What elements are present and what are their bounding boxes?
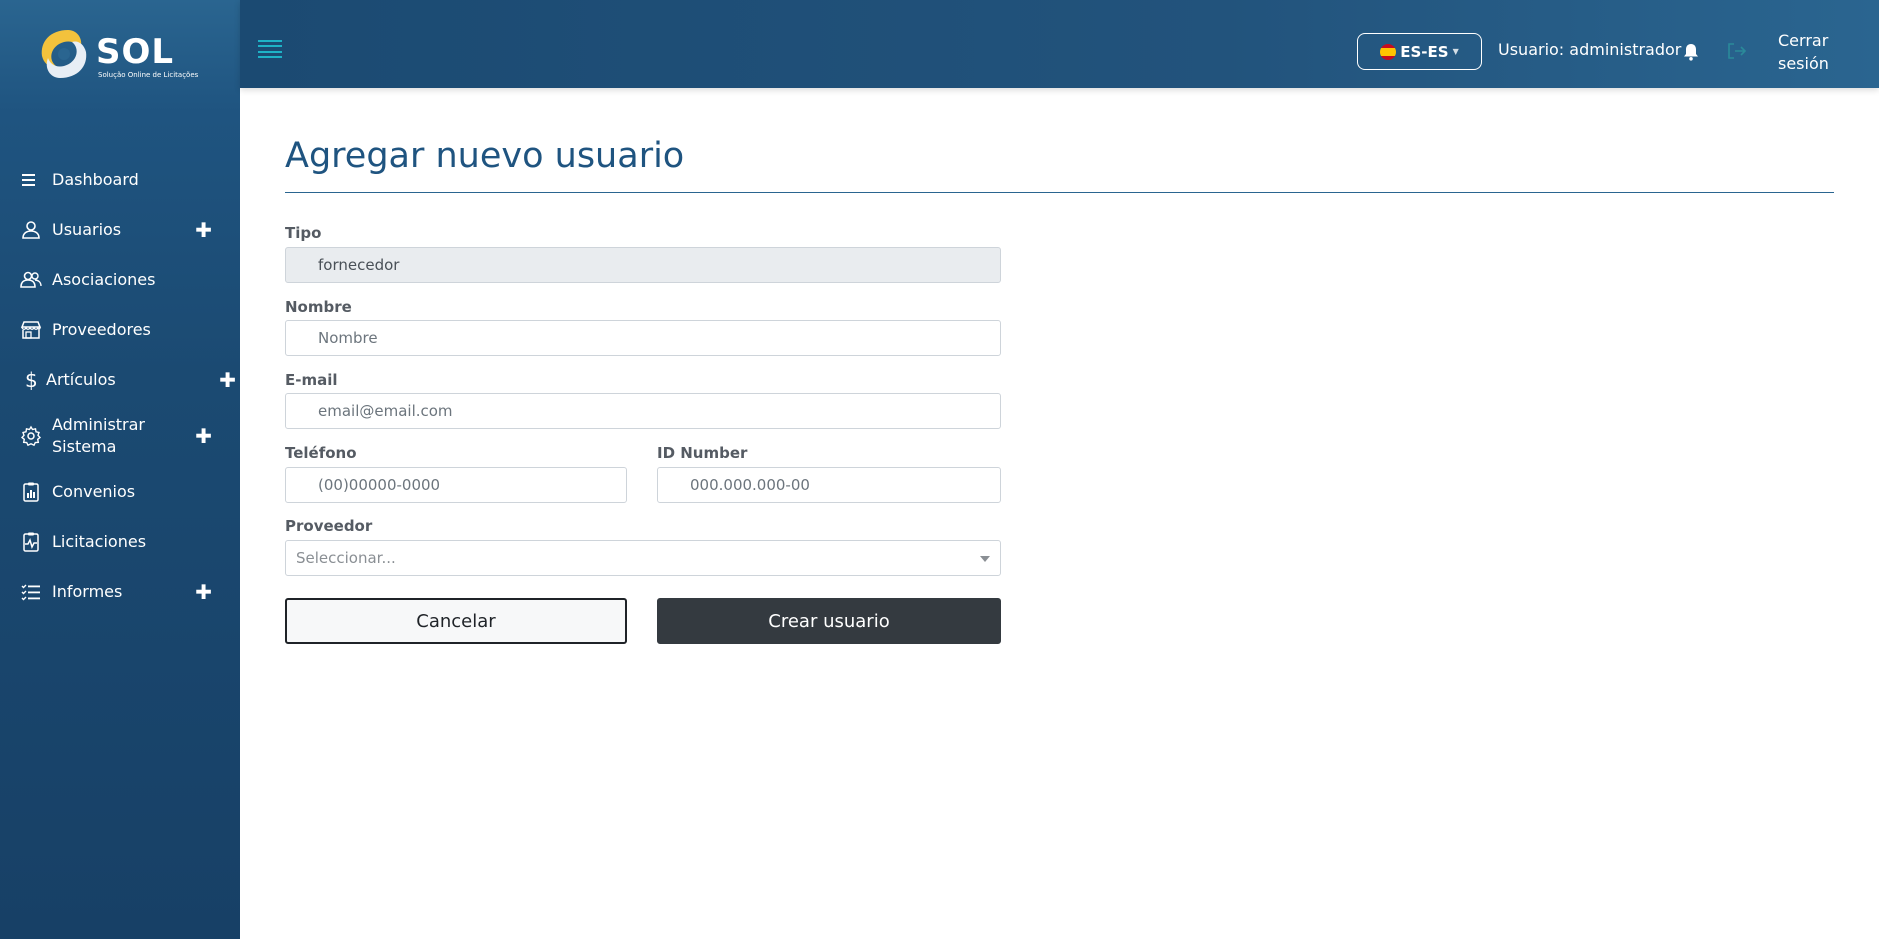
cancel-button[interactable]: Cancelar	[285, 598, 627, 644]
proveedor-select[interactable]: Seleccionar...	[285, 540, 1001, 576]
email-label: E-mail	[285, 371, 338, 389]
svg-text:$: $	[25, 369, 38, 391]
sidebar-item-articulos[interactable]: $ Artículos ✚	[0, 355, 240, 405]
language-code: ES-ES	[1400, 42, 1449, 61]
user-icon	[18, 217, 44, 243]
menu-toggle-icon[interactable]	[258, 40, 282, 58]
bell-icon[interactable]	[1683, 43, 1699, 61]
proveedor-select-value: Seleccionar...	[296, 549, 396, 567]
create-user-button[interactable]: Crear usuario	[657, 598, 1001, 644]
sidebar-item-label: Informes	[52, 582, 123, 601]
sidebar: SOL Solução Online de Licitações Dashboa…	[0, 0, 240, 939]
caret-down-icon	[980, 556, 990, 562]
expand-plus-icon[interactable]: ✚	[195, 218, 212, 242]
sidebar-item-proveedores[interactable]: Proveedores	[0, 305, 240, 355]
id-number-label: ID Number	[657, 444, 748, 462]
sidebar-item-label: Dashboard	[52, 170, 139, 189]
sidebar-item-dashboard[interactable]: Dashboard	[0, 155, 240, 205]
gear-icon	[18, 423, 44, 449]
telefono-label: Teléfono	[285, 444, 357, 462]
sidebar-item-label: Asociaciones	[52, 270, 156, 289]
expand-plus-icon[interactable]: ✚	[195, 580, 212, 604]
id-number-field[interactable]	[657, 467, 1001, 503]
current-user-label: Usuario: administrador	[1498, 40, 1682, 59]
checklist-icon	[18, 579, 44, 605]
users-icon	[18, 267, 44, 293]
brand-tagline: Solução Online de Licitações	[98, 71, 199, 79]
sidebar-item-label: Convenios	[52, 482, 136, 501]
sidebar-item-usuarios[interactable]: Usuarios ✚	[0, 205, 240, 255]
language-selector[interactable]: ES-ES ▼	[1357, 33, 1482, 70]
sidebar-item-label: Administrar Sistema	[52, 415, 146, 456]
logout-link[interactable]: Cerrar sesión	[1778, 29, 1838, 75]
tipo-label: Tipo	[285, 224, 322, 242]
sidebar-nav: Dashboard Usuarios ✚ Asociaciones Provee…	[0, 155, 240, 617]
proveedor-label: Proveedor	[285, 517, 373, 535]
sidebar-item-label: Licitaciones	[52, 532, 147, 551]
store-icon	[18, 317, 44, 343]
dollar-icon: $	[18, 367, 44, 393]
sidebar-item-administrar-sistema[interactable]: Administrar Sistema ✚	[0, 405, 240, 467]
page-title: Agregar nuevo usuario	[285, 136, 685, 176]
sidebar-item-convenios[interactable]: Convenios	[0, 467, 240, 517]
email-field[interactable]	[285, 393, 1001, 429]
tipo-field	[285, 247, 1001, 283]
clipboard-pulse-icon	[18, 529, 44, 555]
brand-name: SOL	[96, 32, 175, 72]
expand-plus-icon[interactable]: ✚	[219, 368, 236, 392]
sidebar-item-asociaciones[interactable]: Asociaciones	[0, 255, 240, 305]
sidebar-item-licitaciones[interactable]: Licitaciones	[0, 517, 240, 567]
logout-icon[interactable]	[1726, 40, 1748, 62]
sidebar-item-informes[interactable]: Informes ✚	[0, 567, 240, 617]
nombre-field[interactable]	[285, 320, 1001, 356]
sidebar-item-label: Usuarios	[52, 220, 122, 239]
list-icon	[18, 167, 44, 193]
sidebar-item-label: Proveedores	[52, 320, 151, 339]
chevron-down-icon: ▼	[1452, 47, 1459, 56]
top-header: ES-ES ▼ Usuario: administrador Cerrar se…	[240, 0, 1879, 88]
telefono-field[interactable]	[285, 467, 627, 503]
clipboard-chart-icon	[18, 479, 44, 505]
title-divider	[285, 192, 1834, 193]
expand-plus-icon[interactable]: ✚	[195, 424, 212, 448]
sidebar-item-label: Artículos	[46, 370, 116, 389]
spain-flag-icon	[1380, 43, 1397, 60]
logo-mark-icon	[41, 30, 87, 78]
nombre-label: Nombre	[285, 298, 352, 316]
sol-logo[interactable]: SOL Solução Online de Licitações	[38, 26, 218, 86]
